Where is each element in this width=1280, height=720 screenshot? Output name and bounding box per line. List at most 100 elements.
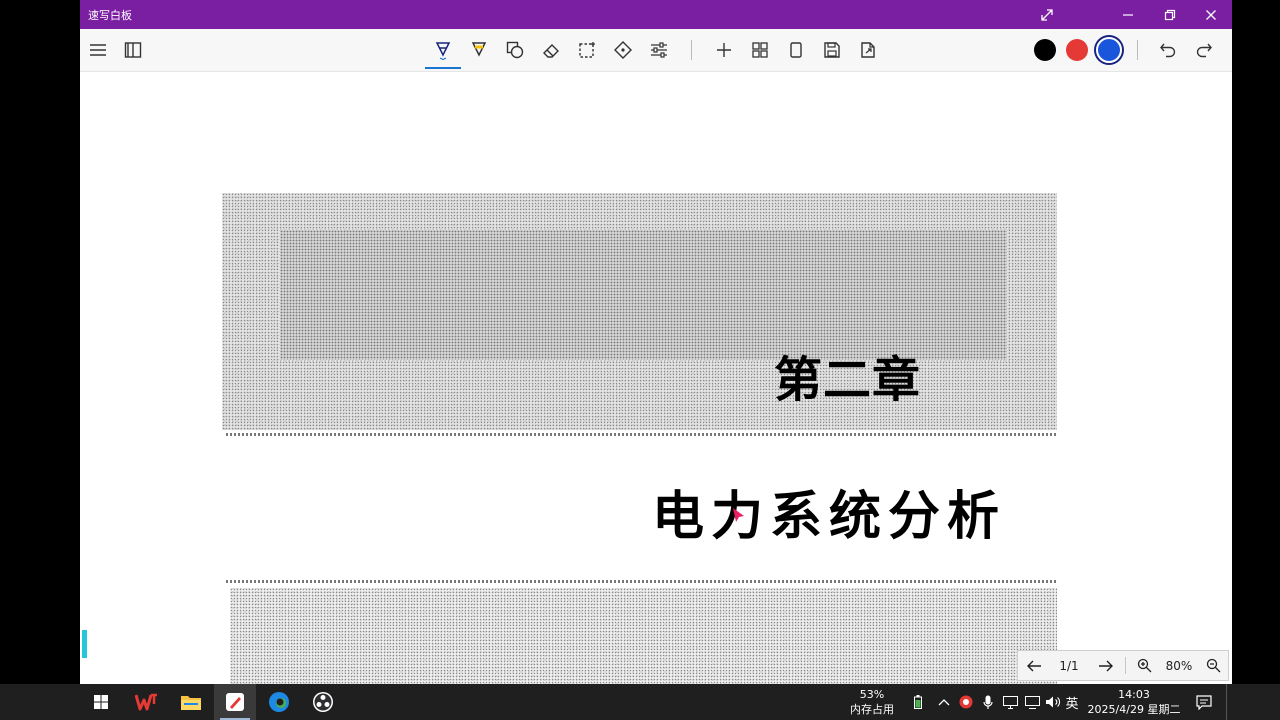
- color-swatch-black[interactable]: [1034, 39, 1056, 61]
- add-page-button[interactable]: [710, 36, 738, 64]
- window-title: 速写白板: [88, 9, 132, 22]
- close-icon: [1206, 9, 1216, 20]
- redo-button[interactable]: [1190, 36, 1218, 64]
- wps-office-icon: [135, 693, 157, 711]
- title-bar: 速写白板: [80, 0, 1232, 29]
- show-desktop-button[interactable]: [1226, 684, 1230, 720]
- next-page-button[interactable]: [1092, 651, 1120, 680]
- chevron-up-icon: [938, 699, 950, 706]
- export-icon: [861, 42, 875, 58]
- show-hidden-icons-button[interactable]: [934, 684, 954, 720]
- restore-icon: [1164, 9, 1176, 20]
- scanned-body-band: [230, 588, 1057, 684]
- save-button[interactable]: [818, 36, 846, 64]
- move-tool-button[interactable]: [609, 36, 637, 64]
- clock-time: 14:03: [1118, 688, 1150, 701]
- eraser-icon: [543, 44, 559, 58]
- arrow-left-icon: [1027, 660, 1041, 671]
- close-button[interactable]: [1193, 0, 1229, 29]
- move-icon: [614, 41, 632, 59]
- taskbar-wps-app[interactable]: [126, 684, 168, 720]
- toolbar: [80, 29, 1232, 72]
- page-indicator: 1/1: [1059, 658, 1079, 673]
- whiteboard-app-window: 速写白板 第二章 电力系统分析: [80, 0, 1232, 684]
- pagenav-divider: [1125, 657, 1126, 674]
- whiteboard-app-icon: [226, 693, 244, 711]
- export-button[interactable]: [854, 36, 882, 64]
- undo-button[interactable]: [1154, 36, 1182, 64]
- toolbar-divider: [691, 40, 692, 60]
- minimize-button[interactable]: [1110, 0, 1146, 29]
- highlighter-icon: [471, 42, 487, 57]
- pen-tool-button[interactable]: [425, 36, 461, 69]
- arrow-right-icon: [1099, 660, 1113, 671]
- add-icon: [717, 43, 731, 57]
- book-icon: [124, 42, 142, 58]
- redo-icon: [1196, 43, 1212, 58]
- taskbar: 53% 内存占用 英 14:03 2025/4/29 星期二: [0, 684, 1280, 720]
- page-button[interactable]: [782, 36, 810, 64]
- select-icon: [579, 42, 595, 58]
- page-navigator: 1/1 80%: [1017, 650, 1229, 681]
- eraser-tool-button[interactable]: [537, 36, 565, 64]
- battery-icon: [914, 695, 922, 709]
- highlighter-tool-button[interactable]: [465, 36, 493, 64]
- restore-button[interactable]: [1152, 0, 1188, 29]
- notification-icon: [1196, 694, 1212, 710]
- clock-date: 2025/4/29 星期二: [1087, 703, 1181, 716]
- undo-icon: [1160, 43, 1176, 58]
- clock[interactable]: 14:03 2025/4/29 星期二: [1086, 684, 1182, 720]
- fullscreen-button[interactable]: [1029, 0, 1065, 29]
- menu-button[interactable]: [84, 36, 112, 64]
- zoom-level: 80%: [1165, 658, 1193, 673]
- page-grid-button[interactable]: [746, 36, 774, 64]
- start-button[interactable]: [80, 684, 122, 720]
- notebook-button[interactable]: [119, 36, 147, 64]
- toolbar-divider: [1137, 40, 1138, 60]
- taskbar-obs-app[interactable]: [302, 684, 344, 720]
- shield-icon: [959, 695, 973, 709]
- whiteboard-canvas[interactable]: 第二章 电力系统分析: [80, 72, 1232, 684]
- microphone-icon: [983, 695, 993, 709]
- monitor-icon: [1002, 695, 1018, 709]
- zoom-in-button[interactable]: [1131, 651, 1157, 680]
- settings-sliders-icon: [651, 42, 667, 58]
- action-center-button[interactable]: [1190, 684, 1218, 720]
- battery-tray[interactable]: [908, 684, 928, 720]
- minimize-icon: [1123, 13, 1133, 16]
- shapes-tool-button[interactable]: [501, 36, 529, 64]
- taskbar-whiteboard-app[interactable]: [214, 684, 256, 720]
- color-swatch-blue-selected[interactable]: [1096, 37, 1122, 63]
- zoom-out-button[interactable]: [1200, 651, 1226, 680]
- zoom-in-icon: [1137, 658, 1151, 673]
- memory-percent: 53%: [859, 688, 885, 701]
- save-icon: [824, 42, 840, 58]
- obs-studio-icon: [313, 692, 333, 712]
- select-tool-button[interactable]: [573, 36, 601, 64]
- edge-browser-icon: [269, 692, 289, 712]
- display-tray[interactable]: [1000, 684, 1020, 720]
- expand-icon: [1041, 8, 1053, 21]
- windows-logo-icon: [94, 695, 108, 709]
- shapes-icon: [506, 41, 524, 59]
- input-method-indicator[interactable]: 英: [1062, 684, 1082, 720]
- memory-usage-widget[interactable]: 53% 内存占用: [842, 684, 902, 720]
- color-swatch-red[interactable]: [1066, 39, 1088, 61]
- microphone-tray[interactable]: [978, 684, 998, 720]
- page-icon: [790, 42, 802, 58]
- security-tray[interactable]: [956, 684, 976, 720]
- pen-icon: [435, 42, 451, 60]
- taskbar-edge-browser[interactable]: [258, 684, 300, 720]
- chapter-heading: 第二章: [774, 352, 922, 408]
- network-icon: [1024, 695, 1040, 709]
- previous-page-button[interactable]: [1020, 651, 1048, 680]
- network-tray[interactable]: [1022, 684, 1042, 720]
- taskbar-file-explorer[interactable]: [170, 684, 212, 720]
- page-rule: [226, 433, 1056, 436]
- document-title: 电力系统分析: [652, 487, 1007, 547]
- speaker-icon: [1046, 696, 1060, 708]
- memory-label: 内存占用: [850, 703, 894, 716]
- settings-button[interactable]: [645, 36, 673, 64]
- volume-tray[interactable]: [1043, 684, 1063, 720]
- edge-indicator: [82, 630, 87, 658]
